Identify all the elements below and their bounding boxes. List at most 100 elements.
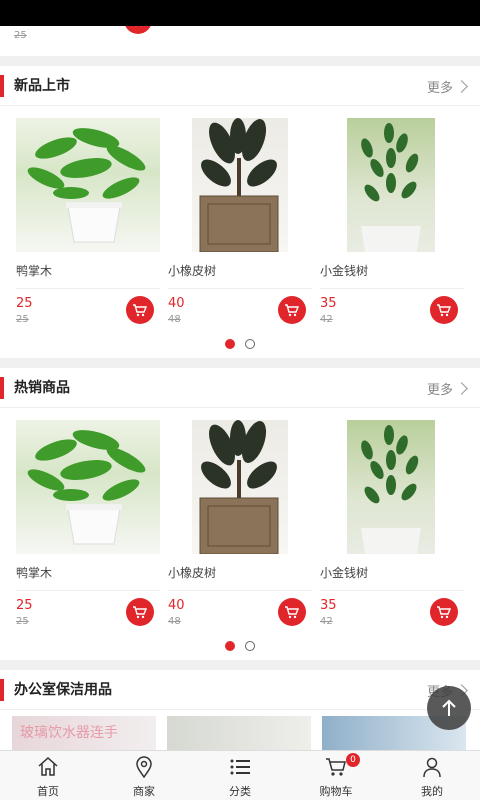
product-card[interactable]: 小橡皮树 40 48 [168,118,312,328]
list-icon [230,759,250,775]
pagination-dot[interactable] [245,339,255,349]
tab-merchants[interactable]: 商家 [96,751,192,800]
product-image [16,420,160,554]
product-old-price: 42 [320,616,333,627]
divider [16,590,160,591]
section-office-cleaning: 办公室保洁用品 更多 玻璃饮水器连手 [0,670,480,750]
product-card[interactable]: 小金钱树 35 42 [320,118,464,328]
product-carousel[interactable]: 鸭掌木 25 25 小橡皮树 40 48 小金钱树 35 42 [0,106,480,334]
cart-icon [285,606,300,619]
divider [168,288,312,289]
section-accent-bar [0,75,4,97]
product-price: 25 [16,296,33,311]
location-pin-icon [136,756,152,779]
product-old-price: 42 [320,314,333,325]
product-old-price: 48 [168,616,181,627]
product-price: 35 [320,296,337,311]
product-card[interactable]: 鸭掌木 25 25 [16,420,160,630]
cart-icon [135,26,142,27]
product-name: 鸭掌木 [16,566,53,580]
cart-icon [133,606,148,619]
add-to-cart-button[interactable] [278,598,306,626]
tab-categories[interactable]: 分类 [192,751,288,800]
product-price: 40 [168,598,185,613]
product-old-price: 25 [16,616,29,627]
section-accent-bar [0,679,4,701]
chevron-right-icon [455,382,468,395]
product-name: 小橡皮树 [168,566,217,580]
product-card[interactable]: 小金钱树 35 42 [320,420,464,630]
product-image[interactable] [167,716,311,750]
section-header: 新品上市 更多 [0,66,480,106]
section-title: 办公室保洁用品 [14,682,112,698]
product-price: 40 [168,296,185,311]
tab-label: 购物车 [319,785,353,798]
product-carousel[interactable]: 鸭掌木 25 25 小橡皮树 40 48 小金钱树 35 42 [0,408,480,636]
product-image [347,118,435,252]
image-caption: 玻璃饮水器连手 [20,725,118,741]
product-image [192,420,288,554]
previous-section-tail: 25 [0,26,480,56]
product-name: 小金钱树 [320,566,369,580]
add-to-cart-button[interactable] [126,598,154,626]
divider [168,590,312,591]
product-carousel[interactable]: 玻璃饮水器连手 [0,710,480,750]
product-name: 小金钱树 [320,264,369,278]
cart-icon [437,606,452,619]
cart-icon [285,304,300,317]
product-image[interactable]: 玻璃饮水器连手 [12,716,156,750]
add-to-cart-button[interactable] [430,296,458,324]
pagination-dot-active[interactable] [225,641,235,651]
back-to-top-button[interactable] [427,686,471,730]
section-title: 热销商品 [14,380,70,396]
carousel-pagination [0,636,480,660]
divider [320,590,464,591]
product-name: 鸭掌木 [16,264,53,278]
tab-label: 分类 [229,785,251,798]
product-price: 35 [320,598,337,613]
product-old-price: 25 [16,314,29,325]
section-new-arrivals: 新品上市 更多 鸭掌木 25 25 小橡皮树 40 48 小金钱树 35 42 [0,66,480,358]
tab-home[interactable]: 首页 [0,751,96,800]
carousel-pagination [0,334,480,358]
product-name: 小橡皮树 [168,264,217,278]
product-card[interactable]: 小橡皮树 40 48 [168,420,312,630]
cart-icon [326,758,346,776]
section-header: 办公室保洁用品 更多 [0,670,480,710]
tab-label: 我的 [421,785,443,798]
section-title: 新品上市 [14,78,70,94]
add-to-cart-button[interactable] [124,26,152,34]
user-icon [423,757,441,778]
more-label: 更多 [426,383,453,398]
add-to-cart-button[interactable] [430,598,458,626]
arrow-up-icon [442,699,456,716]
divider [16,288,160,289]
old-price: 25 [14,30,27,41]
product-image [192,118,288,252]
status-bar [0,0,480,26]
product-image [16,118,160,252]
home-icon [38,756,58,776]
tab-label: 首页 [37,785,59,798]
tab-cart[interactable]: 0 购物车 [288,751,384,800]
chevron-right-icon [455,80,468,93]
divider [320,288,464,289]
add-to-cart-button[interactable] [278,296,306,324]
main-scroll[interactable]: 25 新品上市 更多 鸭掌木 25 25 小橡皮树 40 48 小金钱树 35 … [0,26,480,750]
section-accent-bar [0,377,4,399]
more-link[interactable]: 更多 [426,379,468,398]
tab-profile[interactable]: 我的 [384,751,480,800]
product-image [347,420,435,554]
section-hot-sellers: 热销商品 更多 鸭掌木 25 25 小橡皮树 40 48 小金钱树 35 42 [0,368,480,660]
bottom-tab-bar: 首页 商家 分类 0 购物车 我的 [0,750,480,800]
add-to-cart-button[interactable] [126,296,154,324]
section-header: 热销商品 更多 [0,368,480,408]
cart-icon [133,304,148,317]
cart-icon [437,304,452,317]
product-price: 25 [16,598,33,613]
more-label: 更多 [426,81,453,96]
pagination-dot[interactable] [245,641,255,651]
pagination-dot-active[interactable] [225,339,235,349]
more-link[interactable]: 更多 [426,77,468,96]
product-card[interactable]: 鸭掌木 25 25 [16,118,160,328]
